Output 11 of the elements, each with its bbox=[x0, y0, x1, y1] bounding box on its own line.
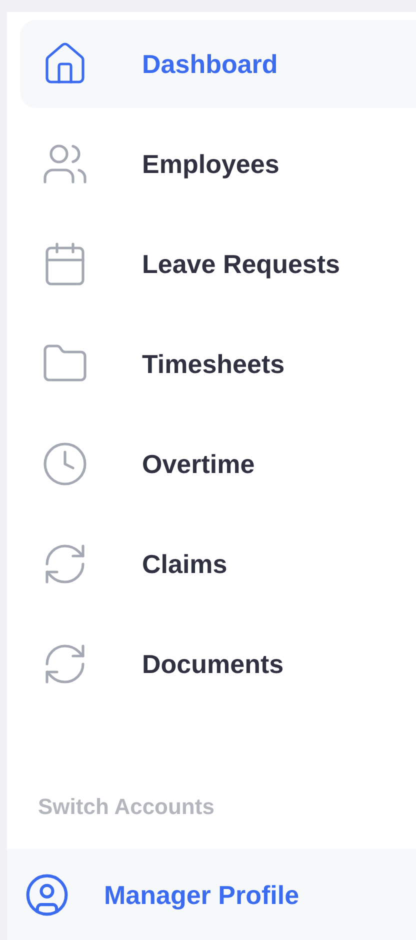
nav-item[interactable]: Overtime bbox=[20, 420, 416, 508]
nav-item[interactable]: Timesheets bbox=[20, 320, 416, 408]
user-circle-icon bbox=[24, 872, 70, 918]
nav-item[interactable]: Employees bbox=[20, 120, 416, 208]
nav-item[interactable]: Claims bbox=[20, 520, 416, 608]
nav-item[interactable]: Leave Requests bbox=[20, 220, 416, 308]
account-item[interactable]: Manager Profile bbox=[7, 849, 416, 940]
nav-item[interactable]: Dashboard bbox=[20, 20, 416, 108]
nav-item[interactable]: Documents bbox=[20, 620, 416, 708]
section-heading: Switch Accounts bbox=[38, 793, 216, 821]
clock-icon bbox=[41, 440, 89, 488]
